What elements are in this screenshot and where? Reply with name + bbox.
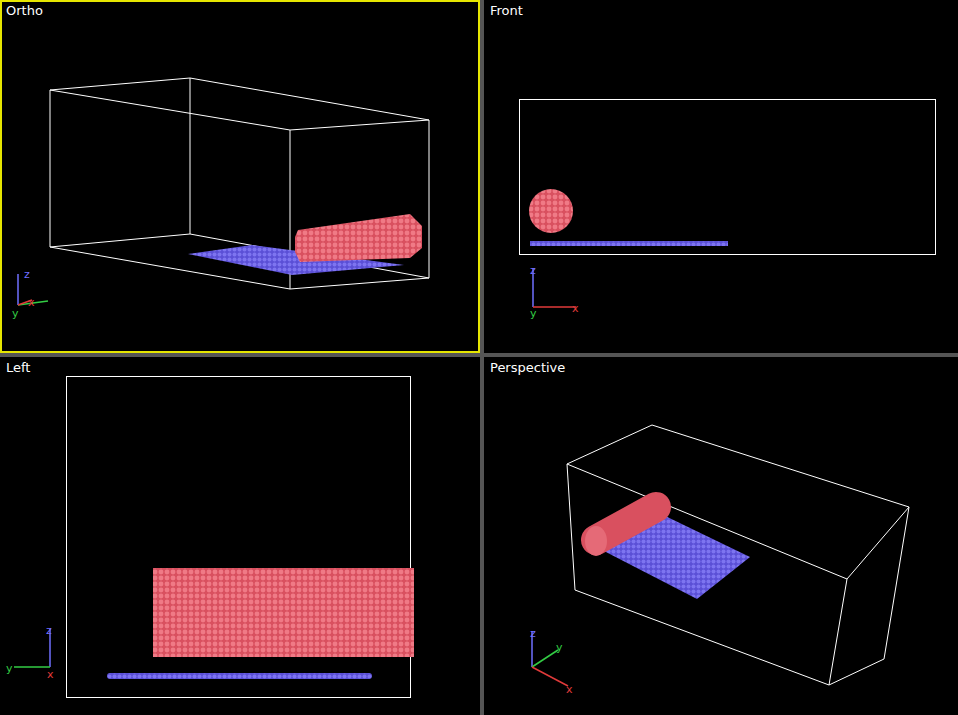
plate — [530, 241, 728, 246]
axis-label: y — [556, 641, 563, 654]
cylinder-end — [585, 526, 607, 556]
axis-gizmo: z y x — [6, 624, 54, 681]
axis-gizmo: z y x — [530, 264, 579, 320]
scene-canvas[interactable]: z yx — [2, 2, 478, 351]
viewport-title: Perspective — [490, 360, 565, 376]
ortho-scene — [50, 78, 429, 289]
bounding-box — [567, 425, 909, 685]
viewport-grid: zyxOrthozyxFrontzyxLeftzyxPerspective — [0, 0, 958, 715]
axis-line — [532, 667, 568, 686]
cylinder — [529, 189, 573, 233]
axis-label: y — [12, 307, 19, 320]
axis-label: z — [530, 627, 536, 640]
axis-label: y — [530, 307, 537, 320]
left-scene — [67, 377, 415, 698]
bounding-box — [50, 78, 429, 289]
viewport-title: Front — [490, 3, 523, 19]
axis-line — [533, 306, 576, 308]
plate — [107, 673, 372, 679]
axis-label: x — [572, 302, 579, 315]
viewport[interactable]: z yx Ortho — [0, 0, 480, 353]
axis-line — [532, 650, 558, 667]
viewport-title: Ortho — [6, 3, 43, 19]
viewport[interactable]: z y x Perspective — [484, 357, 958, 715]
axis-label: z — [24, 268, 30, 281]
viewport-title: Left — [6, 360, 30, 376]
axis-line — [14, 666, 50, 668]
axis-label: y — [6, 662, 13, 675]
viewport[interactable]: z y x Left — [0, 357, 480, 715]
axis-gizmo: z yx — [12, 268, 48, 320]
axis-label: x — [47, 668, 54, 681]
axis-label: x — [28, 296, 35, 309]
scene-canvas[interactable]: z y x — [2, 359, 478, 713]
scene-canvas[interactable]: z y x — [486, 359, 956, 713]
cylinder — [295, 214, 422, 262]
axis-line — [17, 274, 19, 305]
axis-label: x — [566, 683, 573, 696]
axis-label: z — [46, 624, 52, 637]
bounding-box — [520, 100, 936, 255]
cylinder — [153, 568, 414, 657]
axis-label: z — [530, 264, 536, 277]
perspective-scene — [567, 425, 909, 685]
axis-gizmo: z y x — [530, 627, 573, 696]
scene-canvas[interactable]: z y x — [486, 2, 956, 351]
viewport[interactable]: z y x Front — [484, 0, 958, 353]
front-scene — [520, 100, 936, 255]
